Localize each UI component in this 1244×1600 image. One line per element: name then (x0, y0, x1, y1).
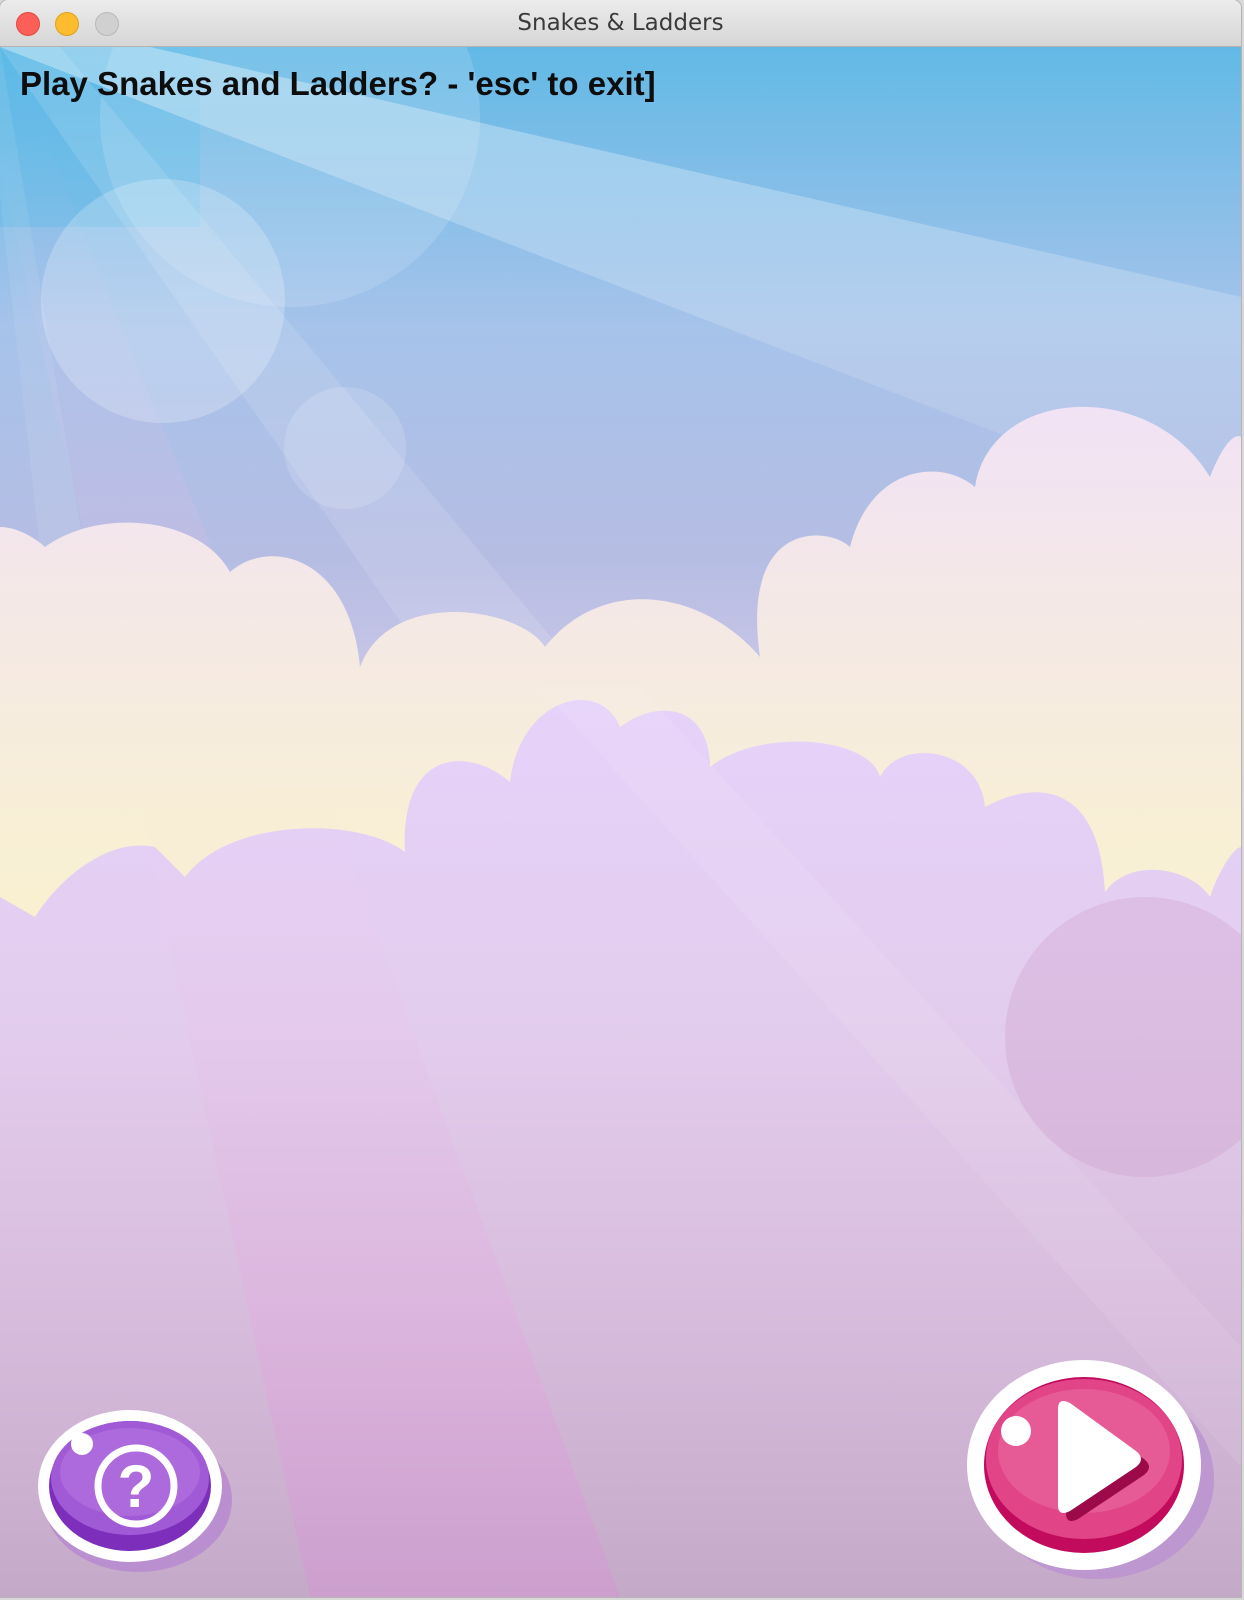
svg-text:?: ? (118, 1453, 155, 1520)
help-button[interactable]: ? (38, 1400, 234, 1580)
game-scene: Play Snakes and Ladders? - 'esc' to exit… (0, 47, 1241, 1597)
window-title: Snakes & Ladders (517, 10, 724, 36)
play-prompt: Play Snakes and Ladders? - 'esc' to exit… (20, 65, 656, 102)
question-mark-icon: ? (38, 1410, 232, 1572)
title-bar: Snakes & Ladders (0, 0, 1241, 47)
game-window: Snakes & Ladders Play Snakes and Ladders… (0, 0, 1241, 1597)
play-triangle-icon (967, 1360, 1214, 1579)
play-button[interactable] (966, 1359, 1222, 1589)
